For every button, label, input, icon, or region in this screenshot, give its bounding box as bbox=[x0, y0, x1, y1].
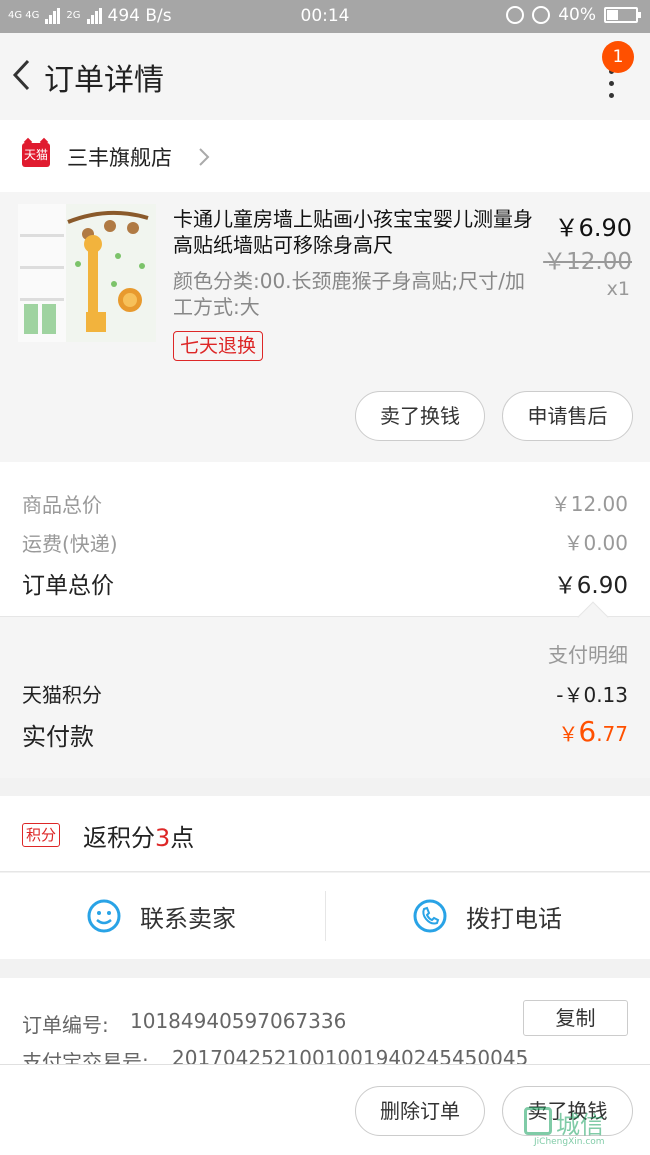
item-price: ￥6.90 bbox=[554, 214, 632, 242]
points-reward-text: 返积分3点 bbox=[83, 818, 194, 853]
order-number-label: 订单编号: bbox=[22, 1013, 109, 1037]
app-header: 订单详情 1 bbox=[0, 33, 650, 120]
more-menu-icon[interactable] bbox=[606, 69, 616, 98]
copy-order-number-button[interactable]: 复制 bbox=[523, 1000, 628, 1036]
contact-row: 联系卖家 拨打电话 bbox=[0, 873, 650, 959]
tmall-logo-icon: 天猫 bbox=[22, 143, 50, 167]
alarm-icon bbox=[532, 6, 551, 24]
alipay-transaction-value: 2017042521001001940245450045 bbox=[172, 1046, 529, 1064]
battery-percent: 40% bbox=[558, 5, 596, 25]
order-total-value: ￥6.90 bbox=[553, 573, 628, 599]
goods-total-value: ￥12.00 bbox=[550, 492, 628, 516]
watermark-logo-icon bbox=[524, 1107, 552, 1135]
site-watermark: 城信 JiChengXin.com bbox=[524, 1105, 642, 1149]
alipay-transaction-label: 支付宝交易号: bbox=[22, 1050, 149, 1064]
points-prefix: 返积分 bbox=[83, 824, 155, 852]
call-phone-label: 拨打电话 bbox=[466, 904, 562, 933]
phone-icon bbox=[413, 899, 447, 933]
order-item[interactable]: 卡通儿童房墙上贴画小孩宝宝婴儿测量身高贴纸墙贴可移除身高尺 颜色分类:00.长颈… bbox=[0, 192, 650, 462]
item-original-price: ￥12.00 bbox=[543, 249, 632, 275]
chat-smile-icon bbox=[87, 899, 121, 933]
payment-detail: 支付明细 天猫积分 -￥0.13 实付款 ￥6.77 bbox=[0, 616, 650, 778]
shipping-value: ￥0.00 bbox=[563, 531, 628, 555]
order-total-label: 订单总价 bbox=[22, 573, 114, 599]
paid-integer: 6 bbox=[578, 715, 597, 748]
tmall-points-label: 天猫积分 bbox=[22, 683, 102, 707]
chevron-right-icon bbox=[199, 148, 210, 166]
store-row[interactable]: 天猫 三丰旗舰店 bbox=[0, 120, 650, 192]
page-title: 订单详情 bbox=[44, 63, 164, 98]
bottom-action-bar: 删除订单 卖了换钱 城信 JiChengXin.com bbox=[0, 1064, 650, 1155]
seven-day-return-tag: 七天退换 bbox=[173, 331, 264, 361]
order-info: 订单编号: 10184940597067336 复制 支付宝交易号: 20170… bbox=[0, 978, 650, 1064]
points-row: 积分 返积分3点 bbox=[0, 796, 650, 872]
battery-icon bbox=[604, 7, 641, 23]
apply-aftersale-button[interactable]: 申请售后 bbox=[502, 391, 633, 441]
paid-amount-value: ￥6.77 bbox=[558, 715, 628, 748]
status-bar: 4G 4G 2G 494 B/s 00:14 40% bbox=[0, 0, 650, 33]
price-summary: 商品总价 ￥12.00 运费(快递) ￥0.00 订单总价 ￥6.90 bbox=[0, 462, 650, 616]
sell-for-cash-button[interactable]: 卖了换钱 bbox=[355, 391, 485, 441]
item-quantity: x1 bbox=[606, 278, 630, 300]
product-sku: 颜色分类:00.长颈鹿猴子身高贴;尺寸/加工方式:大 bbox=[173, 269, 526, 319]
watermark-subtext: JiChengXin.com bbox=[534, 1137, 605, 1147]
shipping-label: 运费(快递) bbox=[22, 532, 118, 556]
order-number-value: 10184940597067336 bbox=[130, 1009, 347, 1033]
back-icon[interactable] bbox=[8, 55, 38, 95]
points-number: 3 bbox=[155, 824, 171, 852]
delete-order-button[interactable]: 删除订单 bbox=[355, 1086, 485, 1136]
paid-currency: ￥ bbox=[558, 722, 579, 746]
points-suffix: 点 bbox=[170, 824, 195, 852]
store-name[interactable]: 三丰旗舰店 bbox=[67, 142, 172, 172]
tmall-points-value: -￥0.13 bbox=[556, 683, 628, 707]
status-right: 40% bbox=[506, 5, 641, 25]
goods-total-label: 商品总价 bbox=[22, 493, 102, 517]
contact-divider bbox=[325, 891, 326, 941]
product-title[interactable]: 卡通儿童房墙上贴画小孩宝宝婴儿测量身高贴纸墙贴可移除身高尺 bbox=[173, 206, 533, 258]
watermark-text: 城信 bbox=[556, 1111, 604, 1139]
points-tag: 积分 bbox=[22, 823, 61, 847]
notification-badge: 1 bbox=[602, 41, 634, 73]
contact-seller-label: 联系卖家 bbox=[140, 904, 236, 933]
call-phone-button[interactable]: 拨打电话 bbox=[412, 873, 562, 959]
product-thumbnail[interactable] bbox=[18, 204, 156, 342]
rotation-lock-icon bbox=[506, 6, 525, 24]
paid-decimal: .77 bbox=[596, 722, 628, 746]
paid-amount-label: 实付款 bbox=[22, 723, 94, 751]
contact-seller-button[interactable]: 联系卖家 bbox=[86, 873, 236, 959]
payment-detail-link[interactable]: 支付明细 bbox=[548, 639, 628, 668]
